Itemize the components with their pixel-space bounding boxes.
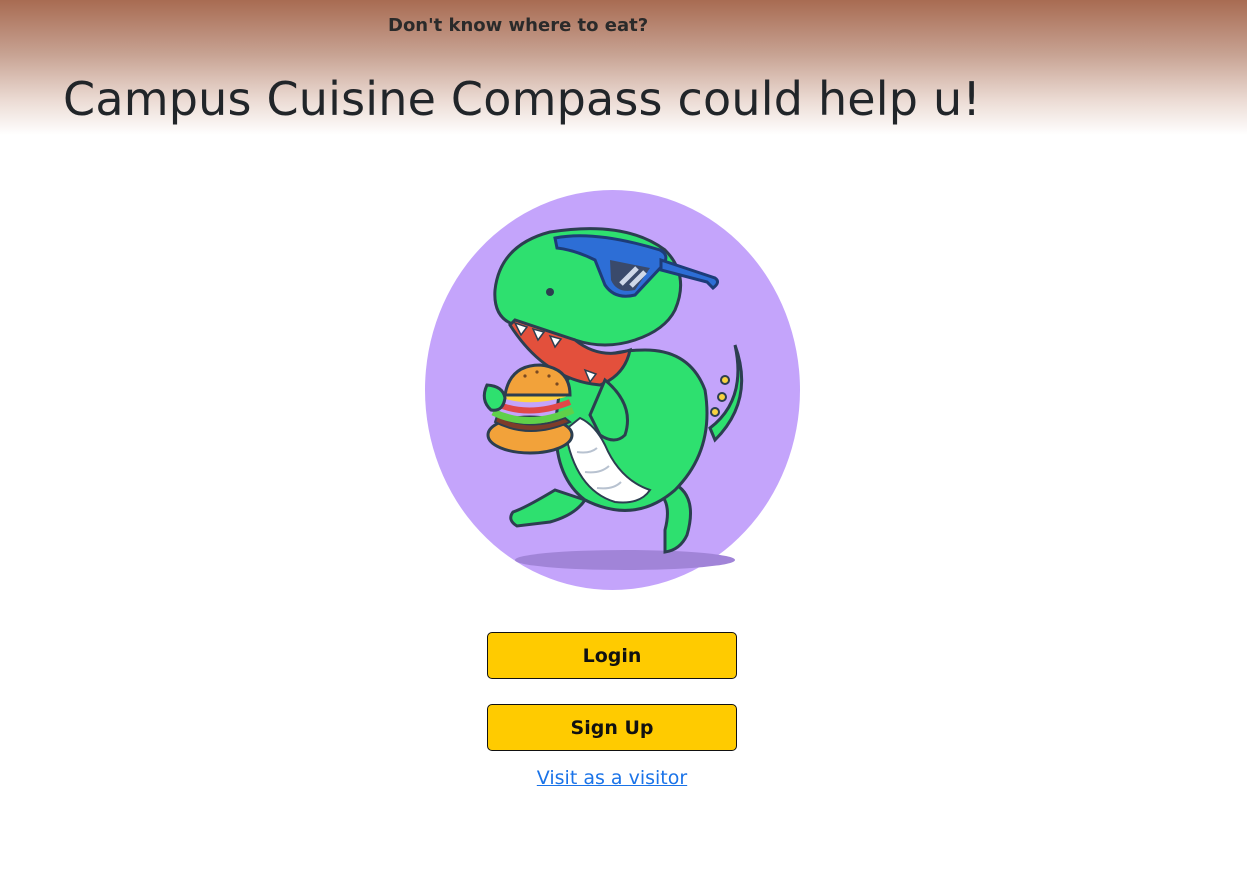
login-button[interactable]: Login (487, 632, 737, 679)
dinosaur-mascot-image (425, 190, 800, 590)
tagline: Don't know where to eat? (388, 15, 649, 36)
hero-banner: Don't know where to eat? Campus Cuisine … (0, 0, 1247, 135)
visit-as-visitor-link[interactable]: Visit as a visitor (487, 767, 737, 789)
page-title: Campus Cuisine Compass could help u! (63, 72, 981, 126)
sign-up-button[interactable]: Sign Up (487, 704, 737, 751)
